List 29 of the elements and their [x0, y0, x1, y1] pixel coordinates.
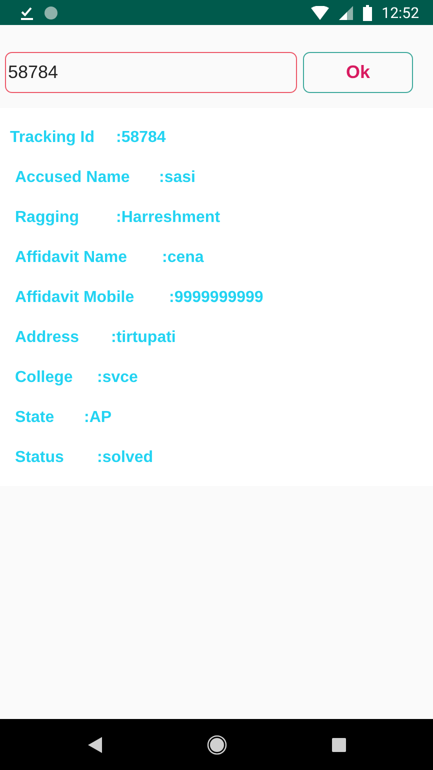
home-icon[interactable]	[206, 734, 226, 754]
field-label: State	[15, 409, 54, 427]
field-label: College	[15, 369, 73, 387]
field-value: :cena	[162, 249, 204, 267]
field-value: :Harreshment	[116, 209, 220, 227]
wifi-icon	[310, 6, 329, 20]
field-value: :solved	[97, 449, 154, 467]
field-value: :sasi	[159, 169, 196, 187]
circle-icon	[44, 6, 58, 20]
field-label: Address	[15, 329, 80, 347]
field-label: Status	[15, 449, 64, 467]
field-label: Affidavit Name	[15, 249, 128, 267]
ok-button[interactable]: Ok	[303, 52, 413, 93]
field-value: :AP	[84, 409, 112, 427]
field-label: Ragging	[15, 209, 79, 227]
field-value: :tirtupati	[111, 329, 176, 347]
field-value: :9999999999	[169, 289, 264, 307]
field-value: :svce	[97, 369, 138, 387]
field-label: Accused Name	[15, 169, 130, 187]
recents-icon[interactable]	[332, 738, 346, 752]
download-done-icon	[20, 6, 34, 20]
tracking-id-field[interactable]: 58784	[5, 52, 297, 93]
field-label: Affidavit Mobile	[15, 289, 134, 307]
back-icon[interactable]	[88, 736, 102, 752]
signal-icon	[338, 6, 353, 20]
clock-time: 12:52	[382, 4, 419, 22]
field-value: :58784	[116, 129, 166, 147]
battery-icon	[362, 4, 372, 20]
field-label: Tracking Id	[10, 129, 94, 147]
